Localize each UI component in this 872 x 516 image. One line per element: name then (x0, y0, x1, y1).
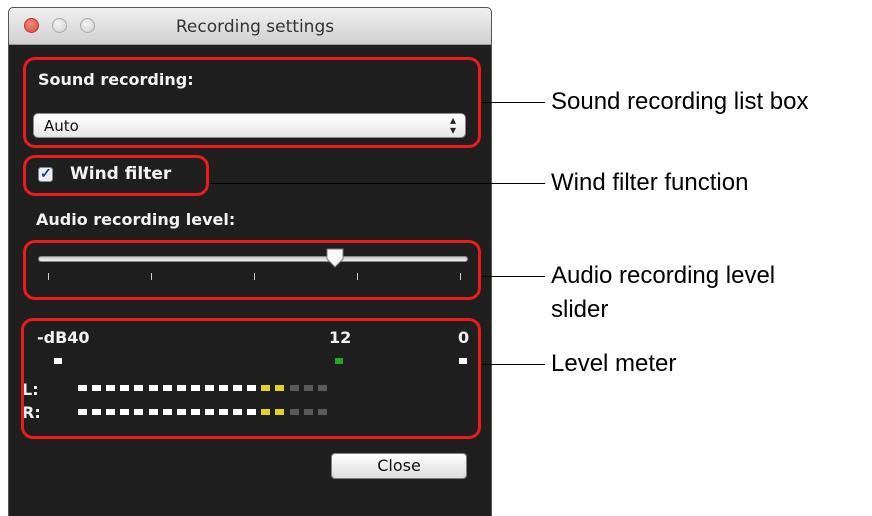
highlight-audio-level (23, 240, 481, 300)
callout-sound-recording: Sound recording list box (551, 88, 809, 115)
highlight-wind-filter (23, 155, 209, 196)
title-bar[interactable]: Recording settings (9, 8, 491, 45)
callout-line-sound-recording (481, 102, 545, 103)
audio-level-label: Audio recording level: (36, 210, 236, 229)
callout-line-level-meter (481, 364, 545, 365)
highlight-sound-recording (23, 57, 481, 148)
callout-line-wind-filter (209, 183, 545, 184)
callout-wind-filter: Wind filter function (551, 169, 749, 196)
callout-audio-level-line1: Audio recording level (551, 262, 776, 289)
window-title: Recording settings (175, 17, 335, 37)
callout-audio-level-line2: slider (551, 296, 609, 323)
callout-line-audio-level (481, 276, 545, 277)
close-button[interactable]: Close (331, 453, 467, 479)
callout-level-meter: Level meter (551, 350, 677, 377)
highlight-level-meter (21, 318, 481, 439)
